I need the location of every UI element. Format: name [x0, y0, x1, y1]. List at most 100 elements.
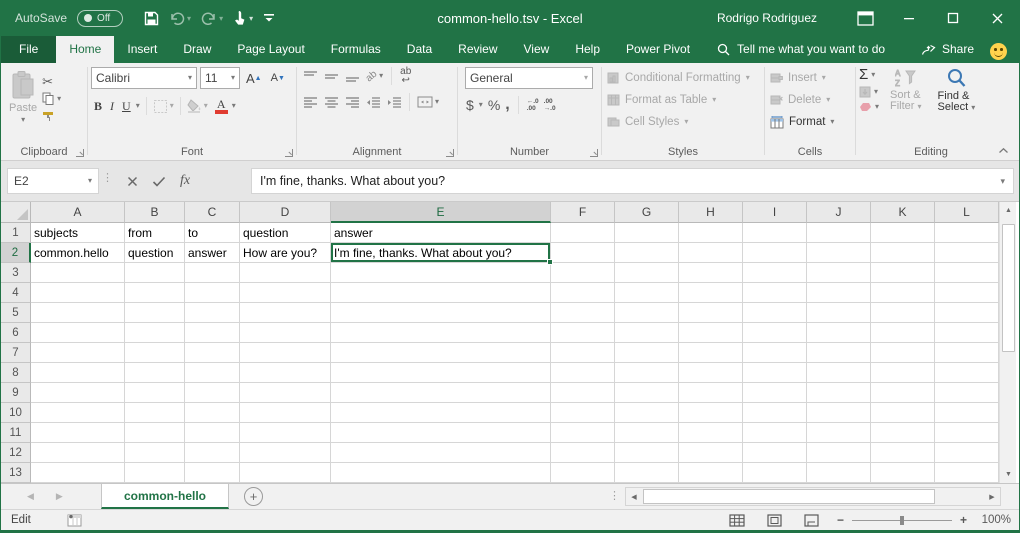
- increase-font-size-button[interactable]: A▲: [243, 67, 265, 89]
- cell-H7[interactable]: [679, 343, 743, 363]
- cell-D13[interactable]: [240, 463, 331, 483]
- cell-I3[interactable]: [743, 263, 807, 283]
- tab-page-layout[interactable]: Page Layout: [224, 36, 317, 63]
- italic-button[interactable]: I: [107, 95, 117, 117]
- cell-A12[interactable]: [31, 443, 125, 463]
- cell-I13[interactable]: [743, 463, 807, 483]
- tab-power-pivot[interactable]: Power Pivot: [613, 36, 703, 63]
- collapse-ribbon-icon[interactable]: [998, 147, 1009, 154]
- row-header-12[interactable]: 12: [1, 443, 31, 463]
- cell-D10[interactable]: [240, 403, 331, 423]
- cell-L2[interactable]: [935, 243, 999, 263]
- undo-dropdown-icon[interactable]: ▾: [187, 14, 191, 23]
- row-header-8[interactable]: 8: [1, 363, 31, 383]
- cell-H8[interactable]: [679, 363, 743, 383]
- cell-C1[interactable]: to: [185, 223, 240, 243]
- cell-B3[interactable]: [125, 263, 185, 283]
- currency-dropdown-icon[interactable]: ▾: [479, 101, 483, 109]
- cell-F4[interactable]: [551, 283, 615, 303]
- cell-K10[interactable]: [871, 403, 935, 423]
- cell-E6[interactable]: [331, 323, 551, 343]
- cell-D9[interactable]: [240, 383, 331, 403]
- cell-C6[interactable]: [185, 323, 240, 343]
- column-header-I[interactable]: I: [743, 202, 807, 223]
- cell-E12[interactable]: [331, 443, 551, 463]
- format-as-table-button[interactable]: Format as Table▾: [605, 89, 761, 111]
- cell-J9[interactable]: [807, 383, 871, 403]
- cell-A5[interactable]: [31, 303, 125, 323]
- cell-I4[interactable]: [743, 283, 807, 303]
- column-header-E[interactable]: E: [331, 202, 551, 223]
- column-header-A[interactable]: A: [31, 202, 125, 223]
- cell-L7[interactable]: [935, 343, 999, 363]
- cell-A13[interactable]: [31, 463, 125, 483]
- cell-B6[interactable]: [125, 323, 185, 343]
- autosum-button[interactable]: Σ ▾: [859, 68, 879, 82]
- font-dialog-launcher-icon[interactable]: [285, 149, 293, 157]
- borders-dropdown-icon[interactable]: ▾: [170, 102, 174, 110]
- cell-L6[interactable]: [935, 323, 999, 343]
- cell-C9[interactable]: [185, 383, 240, 403]
- prev-sheet-icon[interactable]: ◀: [27, 491, 34, 502]
- cell-I5[interactable]: [743, 303, 807, 323]
- zoom-level[interactable]: 100%: [977, 514, 1011, 526]
- cell-D7[interactable]: [240, 343, 331, 363]
- cell-I1[interactable]: [743, 223, 807, 243]
- cell-L11[interactable]: [935, 423, 999, 443]
- tab-review[interactable]: Review: [445, 36, 510, 63]
- scroll-left-icon[interactable]: ◀: [626, 488, 642, 505]
- cell-J10[interactable]: [807, 403, 871, 423]
- cell-L9[interactable]: [935, 383, 999, 403]
- maximize-button[interactable]: [931, 0, 975, 36]
- copy-dropdown-icon[interactable]: ▾: [57, 95, 61, 103]
- row-header-5[interactable]: 5: [1, 303, 31, 323]
- cell-C7[interactable]: [185, 343, 240, 363]
- number-dialog-launcher-icon[interactable]: [590, 149, 598, 157]
- column-header-B[interactable]: B: [125, 202, 185, 223]
- expand-formula-bar-icon[interactable]: ▾: [1000, 177, 1005, 186]
- cell-H10[interactable]: [679, 403, 743, 423]
- cell-K11[interactable]: [871, 423, 935, 443]
- page-break-preview-icon[interactable]: [804, 514, 819, 527]
- cell-G1[interactable]: [615, 223, 679, 243]
- name-box-dropdown-icon[interactable]: ▾: [88, 177, 92, 185]
- cut-icon[interactable]: ✂: [42, 76, 61, 88]
- select-all-corner[interactable]: [1, 202, 31, 223]
- cell-H11[interactable]: [679, 423, 743, 443]
- minimize-button[interactable]: [887, 0, 931, 36]
- cell-F8[interactable]: [551, 363, 615, 383]
- cell-B10[interactable]: [125, 403, 185, 423]
- fill-handle[interactable]: [547, 259, 553, 265]
- cell-L5[interactable]: [935, 303, 999, 323]
- increase-decimal-button[interactable]: ←.0.00: [527, 98, 539, 112]
- cell-K2[interactable]: [871, 243, 935, 263]
- cell-E7[interactable]: [331, 343, 551, 363]
- cell-D4[interactable]: [240, 283, 331, 303]
- clear-button[interactable]: ▾: [859, 102, 879, 112]
- cell-B5[interactable]: [125, 303, 185, 323]
- cell-F13[interactable]: [551, 463, 615, 483]
- undo-button[interactable]: ▾: [166, 9, 194, 27]
- sort-filter-button[interactable]: AZ Sort &Filter ▾: [885, 67, 927, 115]
- middle-align-icon[interactable]: [324, 70, 339, 83]
- format-painter-icon[interactable]: [42, 109, 55, 122]
- cell-K5[interactable]: [871, 303, 935, 323]
- cell-K13[interactable]: [871, 463, 935, 483]
- cell-H5[interactable]: [679, 303, 743, 323]
- cell-I12[interactable]: [743, 443, 807, 463]
- cell-I2[interactable]: [743, 243, 807, 263]
- insert-cells-button[interactable]: Insert▾: [768, 67, 852, 89]
- bottom-align-icon[interactable]: [345, 70, 360, 83]
- decrease-font-size-button[interactable]: A▼: [268, 67, 288, 89]
- cell-C2[interactable]: answer: [185, 243, 240, 263]
- cell-K4[interactable]: [871, 283, 935, 303]
- touch-mode-icon[interactable]: ▾: [230, 8, 256, 28]
- row-header-7[interactable]: 7: [1, 343, 31, 363]
- cell-D8[interactable]: [240, 363, 331, 383]
- align-right-icon[interactable]: [345, 96, 360, 109]
- cell-E1[interactable]: answer: [331, 223, 551, 243]
- cell-I10[interactable]: [743, 403, 807, 423]
- cell-I9[interactable]: [743, 383, 807, 403]
- cell-F2[interactable]: [551, 243, 615, 263]
- cell-A10[interactable]: [31, 403, 125, 423]
